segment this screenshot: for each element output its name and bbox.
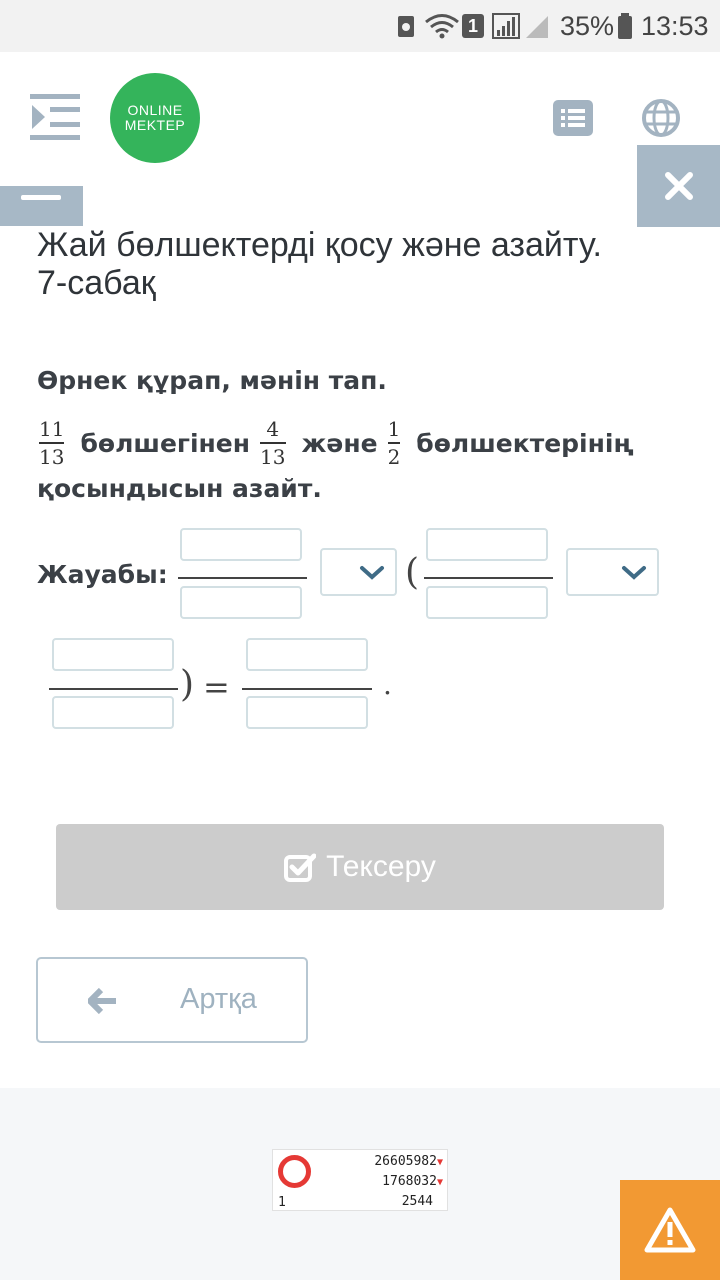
check-button[interactable]: Тексеру xyxy=(56,824,664,910)
minus-icon xyxy=(21,195,61,200)
fraction-numerator: 1 xyxy=(387,417,401,442)
red-ring-icon xyxy=(278,1155,311,1188)
lesson-title: Жай бөлшектерді қосу және азайту. 7-саба… xyxy=(37,226,687,302)
fraction-c-denominator-input[interactable] xyxy=(52,696,174,729)
fraction-a-bar xyxy=(178,577,307,579)
clock: 13:53 xyxy=(641,10,709,41)
checkbox-checked-icon xyxy=(284,853,317,882)
result-numerator-input[interactable] xyxy=(246,638,368,671)
status-bar: 1 35% 13:53 xyxy=(0,0,720,52)
logo-text-top: ONLINE xyxy=(127,102,183,118)
result-fraction-bar xyxy=(242,688,372,690)
battery-icon xyxy=(617,0,633,52)
fraction-denominator: 13 xyxy=(260,444,286,469)
report-warning-button[interactable] xyxy=(620,1180,720,1280)
app-header xyxy=(0,52,720,192)
back-button[interactable]: Артқа xyxy=(36,957,308,1043)
fraction-denominator: 13 xyxy=(39,444,65,469)
fraction-11-13: 11 13 xyxy=(39,417,65,469)
task-word: бөлшектерінің xyxy=(416,428,634,458)
widget-line1: 26605982▼ xyxy=(374,1154,443,1169)
sim-badge: 1 xyxy=(462,0,484,52)
lesson-title-line1: Жай бөлшектерді қосу және азайту. xyxy=(37,226,602,264)
task-word: және xyxy=(301,428,378,458)
fraction-bar xyxy=(39,442,65,444)
fraction-bar xyxy=(387,442,401,444)
fraction-a-denominator-input[interactable] xyxy=(180,586,302,619)
recycle-notification-icon xyxy=(396,0,416,52)
close-parenthesis: ) xyxy=(180,664,195,705)
task-statement-line2: қосындысын азайт. xyxy=(37,474,322,503)
operator-select-2[interactable] xyxy=(566,548,659,596)
period: . xyxy=(383,668,392,701)
operator-select-1[interactable] xyxy=(320,548,397,596)
widget-value-1: 26605982 xyxy=(374,1154,437,1169)
fraction-c-bar xyxy=(49,688,178,690)
wifi-icon xyxy=(424,0,460,52)
chevron-down-icon xyxy=(622,566,646,580)
equals-sign: = xyxy=(203,668,230,706)
fraction-4-13: 4 13 xyxy=(260,417,286,469)
globe-language-icon[interactable] xyxy=(641,98,681,138)
fraction-b-numerator-input[interactable] xyxy=(426,528,548,561)
online-mektep-logo[interactable]: ONLINE MEKTEP xyxy=(110,73,200,163)
fraction-numerator: 11 xyxy=(39,417,65,442)
menu-toggle-icon[interactable] xyxy=(30,94,82,142)
battery-percent: 35% xyxy=(560,10,615,41)
fraction-a-numerator-input[interactable] xyxy=(180,528,302,561)
down-triangle-icon: ▼ xyxy=(436,1157,443,1168)
logo-text-bottom: MEKTEP xyxy=(124,117,186,133)
answer-label: Жауабы: xyxy=(37,560,168,589)
result-denominator-input[interactable] xyxy=(246,696,368,729)
close-icon xyxy=(664,172,693,200)
check-button-label: Тексеру xyxy=(326,850,436,883)
fraction-b-bar xyxy=(424,577,553,579)
task-heading: Өрнек құрап, мәнін тап. xyxy=(37,366,387,395)
fraction-c-numerator-input[interactable] xyxy=(52,638,174,671)
counter-widget[interactable]: 1 26605982▼ 1768032▼ 2544 xyxy=(272,1149,448,1211)
fraction-bar xyxy=(260,442,286,444)
fraction-numerator: 4 xyxy=(266,417,280,442)
widget-left-number: 1 xyxy=(278,1195,286,1210)
down-triangle-icon: ▼ xyxy=(436,1177,443,1188)
close-button[interactable] xyxy=(637,145,720,227)
open-parenthesis: ( xyxy=(405,552,420,593)
lesson-title-line2: 7-сабақ xyxy=(37,264,156,302)
widget-line3: 2544 xyxy=(401,1194,433,1209)
warning-triangle-icon xyxy=(644,1207,696,1253)
arrow-left-icon xyxy=(88,988,116,1014)
task-word: бөлшегінен xyxy=(80,428,251,458)
collapse-minus-button[interactable] xyxy=(0,186,83,226)
task-statement: 11 13 бөлшегінен 4 13 және 1 2 бөлшектер… xyxy=(37,415,687,471)
fraction-denominator: 2 xyxy=(387,444,401,469)
widget-value-2: 1768032 xyxy=(382,1174,437,1189)
fraction-b-denominator-input[interactable] xyxy=(426,586,548,619)
back-button-label: Артқа xyxy=(180,983,257,1015)
widget-line2: 1768032▼ xyxy=(382,1174,443,1189)
chevron-down-icon xyxy=(360,566,384,580)
signal-icon xyxy=(492,0,554,52)
fraction-1-2: 1 2 xyxy=(387,417,401,469)
contents-list-icon[interactable] xyxy=(553,100,593,136)
